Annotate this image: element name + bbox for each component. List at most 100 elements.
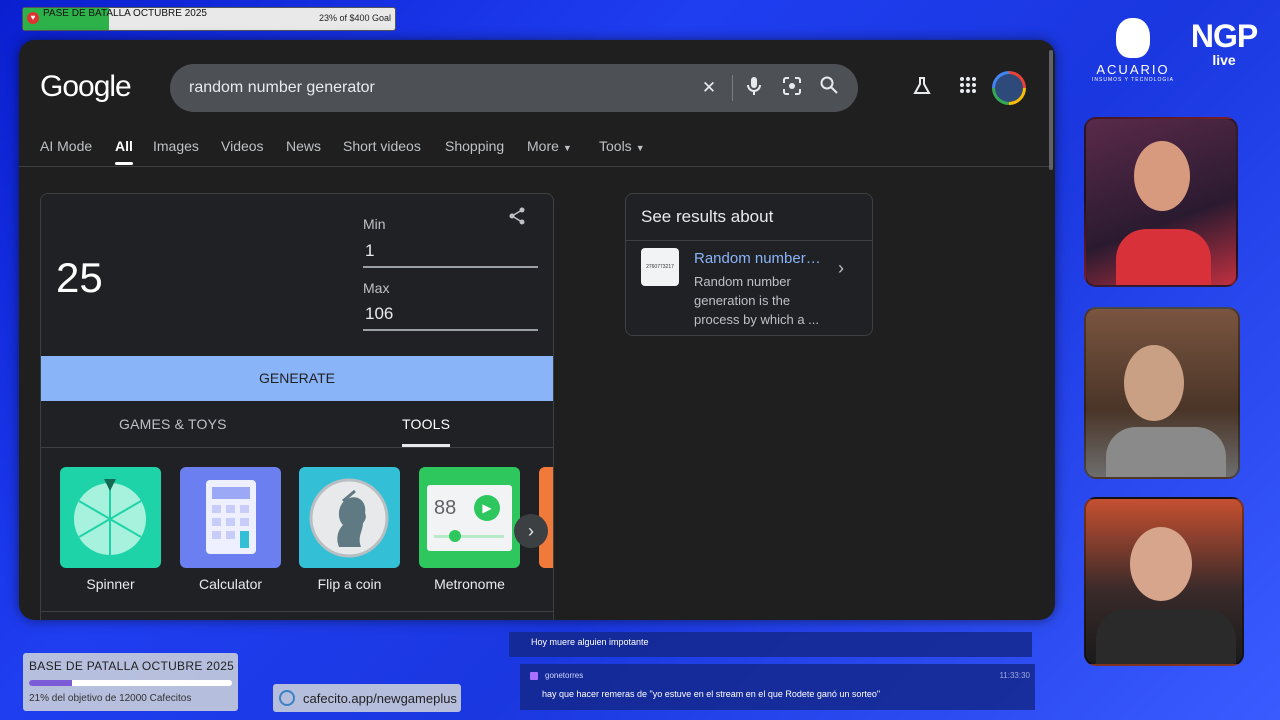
tab-tools-label: Tools (599, 138, 632, 154)
ngp-live-logo: NGP live (1188, 20, 1260, 68)
min-field[interactable]: 1 (363, 236, 538, 268)
search-input[interactable]: random number generator (189, 79, 375, 97)
chevron-right-icon[interactable]: › (838, 258, 844, 279)
min-label: Min (363, 216, 386, 232)
metronome-label: Metronome (434, 576, 505, 592)
chat-message: Hoy muere alguien impotante (509, 632, 1032, 657)
card-divider (41, 611, 553, 612)
tab-all[interactable]: All (115, 138, 133, 165)
calculator-label: Calculator (198, 576, 263, 592)
see-results-about-panel: See results about 2760773217 Random numb… (625, 193, 873, 336)
chat-message-text: Hoy muere alguien impotante (531, 637, 649, 647)
min-value: 1 (365, 241, 375, 260)
heart-icon: ♥ (27, 12, 39, 24)
cafecito-goal-widget: BASE DE PATALLA OCTUBRE 2025 21% del obj… (23, 653, 238, 711)
chevron-right-icon[interactable]: › (514, 514, 548, 548)
streamer-shirt (1116, 229, 1211, 285)
tab-videos[interactable]: Videos (221, 138, 264, 154)
tab-tools[interactable]: Tools ▼ (599, 138, 645, 154)
metronome-panel: 88 ▶ (427, 485, 512, 551)
search-icon[interactable] (817, 76, 841, 100)
max-field[interactable]: 106 (363, 299, 538, 331)
spinner-icon (74, 479, 146, 555)
tab-news[interactable]: News (286, 138, 321, 154)
cafecito-url: cafecito.app/newgameplus (303, 691, 457, 706)
metronome-tile[interactable]: 88 ▶ (419, 467, 520, 568)
battle-pass-goal-bar: ♥ PASE DE BATALLA OCTUBRE 2025 23% of $4… (22, 7, 396, 31)
acuario-tagline: INSUMOS Y TECNOLOGIA (1092, 77, 1174, 83)
streamer-face (1134, 141, 1190, 211)
acuario-logo: ACUARIO INSUMOS Y TECNOLOGIA (1086, 18, 1180, 88)
account-avatar[interactable] (992, 71, 1026, 105)
chat-timestamp: 11:33:30 (999, 671, 1030, 680)
chat-message: gonetorres 11:33:30 hay que hacer remera… (520, 664, 1035, 710)
goal-title: PASE DE BATALLA OCTUBRE 2025 (43, 8, 207, 19)
streamer-shirt (1096, 609, 1236, 664)
spinner-tile[interactable] (60, 467, 161, 568)
chat-message-text: hay que hacer remeras de "yo estuve en e… (542, 689, 881, 699)
calculator-icon (206, 480, 256, 554)
streamer-face (1124, 345, 1184, 421)
tab-more[interactable]: More ▼ (527, 138, 572, 154)
goal-bottom-subtitle: 21% del objetivo de 12000 Cafecitos (29, 693, 192, 704)
about-thumbnail: 2760773217 (641, 248, 679, 286)
goal-amount: 23% of $400 Goal (318, 13, 391, 23)
generate-button[interactable]: GENERATE (41, 356, 553, 401)
goal-bottom-fill (29, 680, 72, 686)
search-bar[interactable]: random number generator ✕ (170, 64, 858, 112)
about-heading: See results about (641, 207, 774, 226)
subtab-tools[interactable]: TOOLS (402, 416, 451, 447)
webcam-1 (1084, 117, 1238, 287)
goal-bottom-bar (29, 680, 232, 686)
generated-number: 25 (56, 254, 103, 301)
share-icon[interactable] (507, 206, 527, 231)
subtab-games-toys[interactable]: GAMES & TOYS (119, 416, 227, 432)
acuario-mascot-icon (1116, 18, 1150, 58)
tab-shopping[interactable]: Shopping (445, 138, 504, 154)
tab-more-label: More (527, 138, 559, 154)
random-number-generator-card: 25 Min 1 Max 106 GENERATE GAMES & TOYS T… (40, 193, 554, 620)
cafecito-link: cafecito.app/newgameplus (273, 684, 461, 712)
apps-grid-icon[interactable] (956, 76, 980, 100)
acuario-name: ACUARIO (1096, 62, 1170, 77)
microphone-icon[interactable] (742, 76, 766, 100)
search-tabs: AI Mode All Images Videos News Short vid… (19, 136, 1049, 167)
play-icon: ▶ (474, 495, 500, 521)
metronome-slider (434, 535, 504, 538)
goal-bottom-title: BASE DE PATALLA OCTUBRE 2025 (29, 659, 235, 673)
subtab-divider (41, 447, 553, 448)
webcam-2 (1084, 307, 1240, 479)
live-logo-text: live (1212, 52, 1236, 68)
streamer-face (1130, 527, 1192, 601)
slider-thumb (449, 530, 461, 542)
cafecito-icon (279, 690, 295, 706)
about-description: Random number generation is the process … (694, 274, 819, 327)
lens-icon[interactable] (780, 76, 804, 100)
max-label: Max (363, 280, 390, 296)
caret-down-icon: ▼ (562, 143, 572, 153)
flip-a-coin-tile[interactable] (299, 467, 400, 568)
google-logo[interactable]: Google (40, 70, 132, 104)
ngp-logo-text: NGP (1190, 18, 1258, 54)
about-link[interactable]: Random number… (694, 250, 821, 267)
search-divider (732, 75, 733, 101)
max-value: 106 (365, 304, 394, 323)
tab-images[interactable]: Images (153, 138, 199, 154)
labs-flask-icon[interactable] (910, 76, 934, 100)
calculator-tile[interactable] (180, 467, 281, 568)
twitch-badge-icon (530, 672, 538, 680)
browser-window: Google random number generator ✕ AI Mode… (19, 40, 1055, 620)
tab-short-videos[interactable]: Short videos (343, 138, 421, 154)
chat-username: gonetorres (545, 671, 584, 680)
scrollbar[interactable] (1049, 50, 1053, 170)
spinner-label: Spinner (86, 576, 135, 592)
tab-ai-mode[interactable]: AI Mode (40, 138, 92, 154)
about-divider (626, 240, 872, 241)
streamer-shirt (1106, 427, 1226, 477)
webcam-3 (1084, 497, 1244, 666)
coin-icon (309, 478, 389, 558)
caret-down-icon: ▼ (635, 143, 645, 153)
flip-a-coin-label: Flip a coin (317, 576, 382, 592)
metronome-bpm: 88 (434, 497, 457, 519)
clear-icon[interactable]: ✕ (697, 76, 721, 100)
